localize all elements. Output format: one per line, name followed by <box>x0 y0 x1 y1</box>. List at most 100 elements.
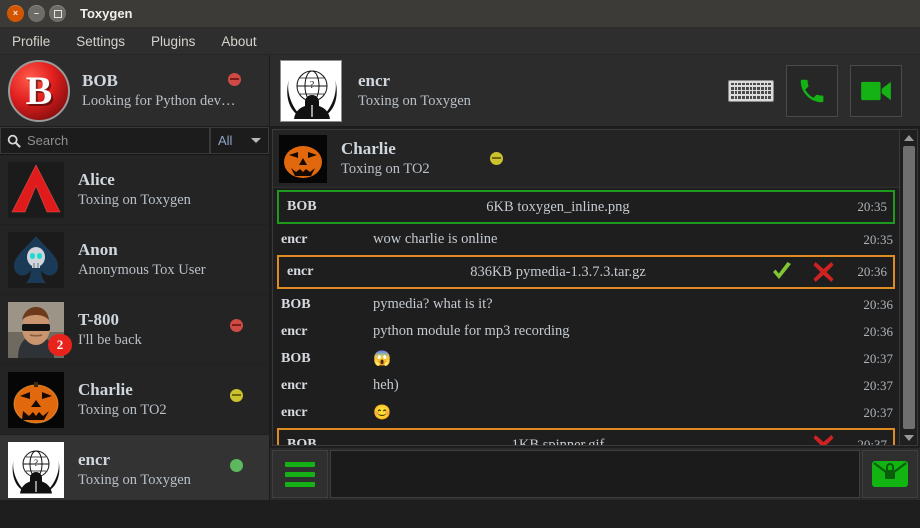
scroll-up-button[interactable] <box>900 130 917 145</box>
menu-item-profile[interactable]: Profile <box>12 34 50 49</box>
avatar-letter: B <box>26 71 53 111</box>
unread-count-badge: 2 <box>48 334 72 356</box>
scroll-down-button[interactable] <box>900 430 917 445</box>
minimize-icon: – <box>34 9 39 18</box>
spade-skull-icon <box>8 232 64 288</box>
inline-contact-card[interactable]: Charlie Toxing on TO2 <box>273 130 899 188</box>
message-author: BOB <box>281 297 373 313</box>
message-author: encr <box>281 232 373 248</box>
audio-call-button[interactable] <box>786 65 838 117</box>
message-scrollbar[interactable] <box>899 130 917 445</box>
message-author: BOB <box>287 437 379 445</box>
video-camera-icon <box>860 76 892 106</box>
message-author: BOB <box>281 351 373 367</box>
inline-contact-name: Charlie <box>341 138 430 159</box>
chevron-down-icon <box>251 138 261 143</box>
hamburger-menu-icon <box>285 462 315 467</box>
search-icon <box>7 134 21 148</box>
message-time: 20:37 <box>845 437 887 445</box>
contact-item-alice[interactable]: Alice Toxing on Toxygen <box>0 155 269 225</box>
contact-item-t-800[interactable]: T-800 I'll be back 2 <box>0 295 269 365</box>
message-text: wow charlie is online <box>373 231 851 248</box>
search-box[interactable] <box>0 127 210 154</box>
contact-item-charlie[interactable]: Charlie Toxing on TO2 <box>0 365 269 435</box>
avatar <box>8 162 64 218</box>
message-input[interactable] <box>330 450 860 498</box>
minimize-window-button[interactable]: – <box>28 5 45 22</box>
avatar[interactable]: B <box>8 60 70 122</box>
my-status-message: Looking for Python dev… <box>82 92 235 111</box>
reject-transfer-icon[interactable] <box>812 261 835 283</box>
message-row: encr wow charlie is online 20:35 <box>273 226 899 253</box>
contact-text: Alice Toxing on Toxygen <box>78 169 261 209</box>
message-text: 😊 <box>373 404 851 422</box>
reject-transfer-icon[interactable] <box>812 434 835 445</box>
message-area: Charlie Toxing on TO2 BOB 6KB toxygen_in… <box>272 129 918 446</box>
file-actions <box>737 434 845 445</box>
window-title: Toxygen <box>80 6 133 21</box>
file-name: 836KB pymedia-1.3.7.3.tar.gz <box>379 264 737 281</box>
contact-name: Alice <box>78 169 261 190</box>
my-profile-panel[interactable]: B BOB Looking for Python dev… <box>0 55 270 126</box>
contact-list[interactable]: Alice Toxing on Toxygen <box>0 155 269 500</box>
chevron-up-icon <box>904 135 914 141</box>
message-text: heh) <box>373 377 851 394</box>
phone-icon <box>797 76 827 106</box>
my-profile-text: BOB Looking for Python dev… <box>82 70 235 110</box>
avatar: ? <box>280 60 342 122</box>
active-contact-status-message: Toxing on Toxygen <box>358 92 728 111</box>
close-icon: × <box>13 9 18 18</box>
video-call-button[interactable] <box>850 65 902 117</box>
avatar: ? <box>8 442 64 498</box>
contact-text: Anon Anonymous Tox User <box>78 239 261 279</box>
contact-filter-select[interactable]: All <box>210 127 269 154</box>
message-row: encr 😊 20:37 <box>273 399 899 426</box>
title-bar: × – Toxygen <box>0 0 920 28</box>
file-transfer-row[interactable]: BOB 6KB toxygen_inline.png 20:35 <box>277 190 895 224</box>
toxygen-window: × – Toxygen Profile Settings Plugins Abo… <box>0 0 920 528</box>
accept-transfer-icon[interactable] <box>770 261 794 283</box>
message-time: 20:36 <box>851 297 893 313</box>
search-row: All <box>0 127 269 155</box>
message-time: 20:35 <box>851 232 893 248</box>
contact-item-encr[interactable]: ? encr Toxing on Toxygen <box>0 435 269 500</box>
active-contact-panel: ? encr Toxing on Toxygen <box>270 55 920 126</box>
contact-status-message: Toxing on Toxygen <box>78 471 261 490</box>
avatar <box>8 372 64 428</box>
message-author: encr <box>281 378 373 394</box>
contact-status-message: I'll be back <box>78 331 261 350</box>
message-row: encr heh) 20:37 <box>273 372 899 399</box>
message-time: 20:36 <box>845 264 887 280</box>
composer-menu-button[interactable] <box>272 450 328 498</box>
message-row: encr python module for mp3 recording 20:… <box>273 318 899 345</box>
menu-item-plugins[interactable]: Plugins <box>151 34 195 49</box>
anonymous-logo-icon: ? <box>8 442 64 498</box>
search-input[interactable] <box>27 133 203 148</box>
menu-item-settings[interactable]: Settings <box>76 34 125 49</box>
red-a-logo-icon <box>8 162 64 218</box>
message-text: pymedia? what is it? <box>373 296 851 313</box>
avatar <box>279 135 327 183</box>
svg-text:?: ? <box>34 458 38 468</box>
message-author: encr <box>287 264 379 280</box>
file-transfer-row[interactable]: BOB 1KB spinner.gif 20:37 <box>277 428 895 445</box>
contact-name: Anon <box>78 239 261 260</box>
menu-item-about[interactable]: About <box>221 34 256 49</box>
inline-contact-text: Charlie Toxing on TO2 <box>341 138 430 178</box>
message-time: 20:35 <box>845 199 887 215</box>
message-text: python module for mp3 recording <box>373 323 851 340</box>
my-status-badge[interactable] <box>228 73 241 86</box>
pumpkin-icon <box>279 135 327 183</box>
maximize-window-button[interactable] <box>49 5 66 22</box>
send-message-button[interactable] <box>862 450 918 498</box>
composer-bar <box>270 448 920 500</box>
file-transfer-row[interactable]: encr 836KB pymedia-1.3.7.3.tar.gz 20:36 <box>277 255 895 289</box>
file-name: 1KB spinner.gif <box>379 437 737 446</box>
close-window-button[interactable]: × <box>7 5 24 22</box>
contact-item-anon[interactable]: Anon Anonymous Tox User <box>0 225 269 295</box>
message-time: 20:37 <box>851 351 893 367</box>
keyboard-icon[interactable] <box>728 80 774 102</box>
contact-status-message: Toxing on Toxygen <box>78 191 261 210</box>
scrollbar-thumb[interactable] <box>903 146 915 429</box>
message-list[interactable]: Charlie Toxing on TO2 BOB 6KB toxygen_in… <box>273 130 899 445</box>
